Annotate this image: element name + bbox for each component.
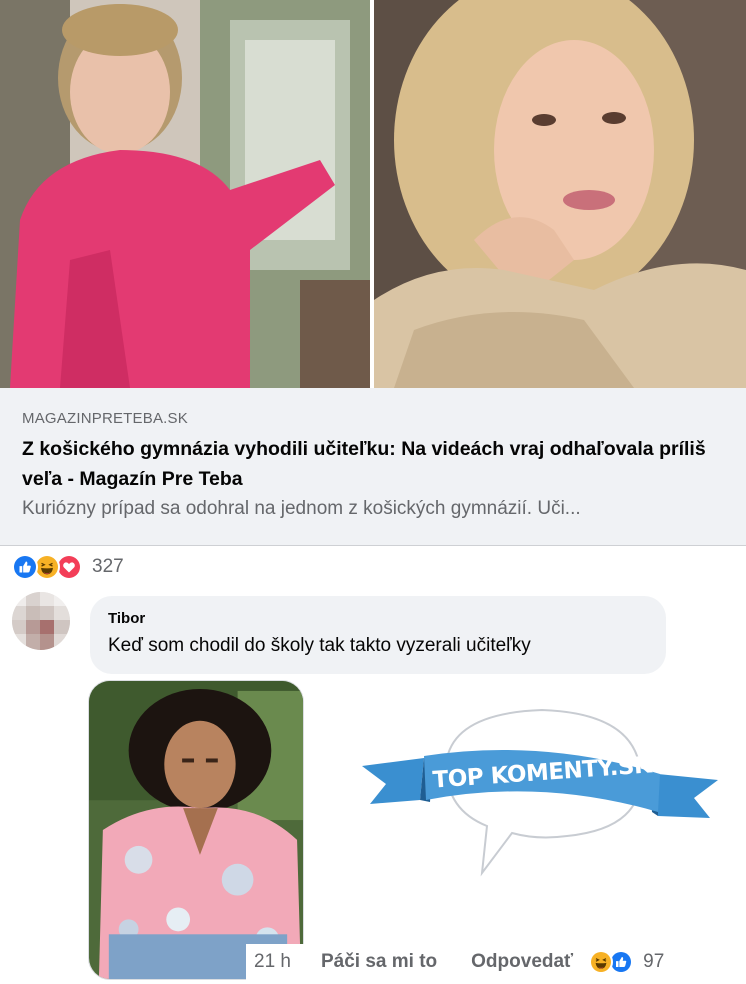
comment-timestamp[interactable]: 21 h: [254, 951, 291, 973]
reaction-icons: [12, 554, 90, 580]
comment-text: Keď som chodil do školy tak takto vyzera…: [108, 635, 531, 656]
comment-reaction-icons[interactable]: [589, 949, 635, 975]
comment-bubble: Tibor Keď som chodil do školy tak takto …: [90, 596, 666, 674]
comment-actions: 21 h Páči sa mi to Odpovedať 97: [246, 944, 665, 980]
reply-button[interactable]: Odpovedať: [471, 951, 573, 973]
topkomenty-watermark: TOP KOMENTY.SK: [362, 708, 718, 878]
post-reactions[interactable]: 327: [12, 554, 124, 580]
like-button[interactable]: Páči sa mi to: [321, 951, 437, 973]
link-domain: MAGAZINPRETEBA.SK: [22, 410, 188, 427]
photo-woman-hoodie: [374, 0, 746, 388]
link-preview-meta[interactable]: MAGAZINPRETEBA.SK Z košického gymnázia v…: [0, 388, 746, 546]
comment-author[interactable]: Tibor: [108, 610, 648, 627]
reaction-count[interactable]: 327: [92, 556, 124, 578]
haha-icon: [589, 950, 614, 974]
photo-woman-pink-top: [0, 0, 370, 388]
link-title[interactable]: Z košického gymnázia vyhodili učiteľku: …: [22, 434, 722, 494]
comment-reaction-count[interactable]: 97: [643, 951, 664, 973]
avatar[interactable]: [12, 592, 70, 650]
comment-image-attachment[interactable]: [88, 680, 304, 980]
link-preview-image[interactable]: [0, 0, 746, 388]
like-icon: [12, 554, 38, 580]
link-description: Kuriózny prípad sa odohral na jednom z k…: [22, 498, 581, 519]
